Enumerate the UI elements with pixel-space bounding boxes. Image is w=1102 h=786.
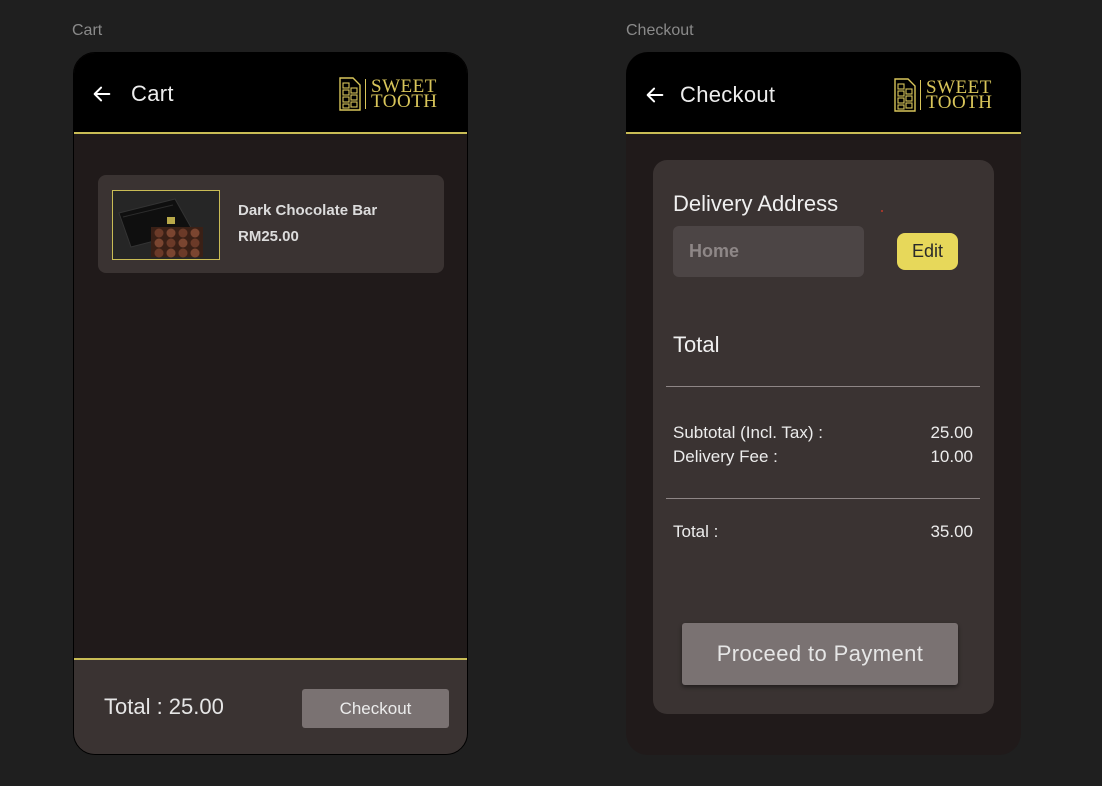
cart-screen: Cart SWEET TOOTH Dark Chocolate Bar RM25… bbox=[73, 52, 468, 755]
cart-header: Cart SWEET TOOTH bbox=[74, 53, 467, 134]
edit-address-button[interactable]: Edit bbox=[897, 233, 958, 270]
subtotal-label: Subtotal (Incl. Tax) : bbox=[673, 423, 823, 442]
grand-total-value: 35.00 bbox=[930, 522, 973, 541]
divider bbox=[666, 498, 980, 499]
sweet-tooth-logo: SWEET TOOTH bbox=[894, 78, 993, 112]
chocolate-bar-image bbox=[113, 191, 219, 259]
checkout-header: Checkout SWEET TOOTH bbox=[626, 52, 1021, 134]
frame-label-cart: Cart bbox=[72, 22, 103, 39]
marker-dot bbox=[881, 210, 883, 212]
logo-line-2: TOOTH bbox=[926, 92, 993, 113]
back-arrow-icon[interactable] bbox=[644, 84, 666, 106]
logo-wordmark: SWEET TOOTH bbox=[365, 77, 438, 112]
grand-total-label: Total : bbox=[673, 522, 719, 541]
sweet-tooth-logo: SWEET TOOTH bbox=[339, 77, 438, 111]
cart-total: Total : 25.00 bbox=[104, 694, 224, 719]
checkout-screen: Checkout SWEET TOOTH Delivery Address Ed… bbox=[626, 52, 1021, 755]
frame-label-checkout: Checkout bbox=[626, 22, 694, 39]
item-price: RM25.00 bbox=[238, 228, 299, 245]
delivery-fee-value: 10.00 bbox=[930, 447, 973, 466]
cart-footer: Total : 25.00 Checkout bbox=[74, 658, 467, 754]
product-image bbox=[112, 190, 220, 260]
chocolate-bar-logo-icon bbox=[339, 77, 361, 111]
item-name: Dark Chocolate Bar bbox=[238, 202, 378, 219]
total-section-title: Total bbox=[673, 332, 720, 357]
back-arrow-icon[interactable] bbox=[91, 83, 113, 105]
proceed-to-payment-button[interactable]: Proceed to Payment bbox=[682, 623, 958, 685]
chocolate-bar-logo-icon bbox=[894, 78, 916, 112]
divider bbox=[666, 386, 980, 387]
delivery-address-title: Delivery Address bbox=[673, 191, 839, 216]
logo-wordmark: SWEET TOOTH bbox=[920, 78, 993, 113]
cart-item[interactable]: Dark Chocolate Bar RM25.00 bbox=[98, 175, 444, 273]
address-input[interactable] bbox=[673, 226, 864, 277]
checkout-button[interactable]: Checkout bbox=[302, 689, 449, 728]
page-title: Cart bbox=[131, 81, 174, 106]
logo-line-2: TOOTH bbox=[371, 91, 438, 112]
checkout-card: Delivery Address Edit Total Subtotal (In… bbox=[653, 160, 994, 714]
delivery-fee-label: Delivery Fee : bbox=[673, 447, 778, 466]
subtotal-value: 25.00 bbox=[930, 423, 973, 442]
page-title: Checkout bbox=[680, 82, 776, 107]
